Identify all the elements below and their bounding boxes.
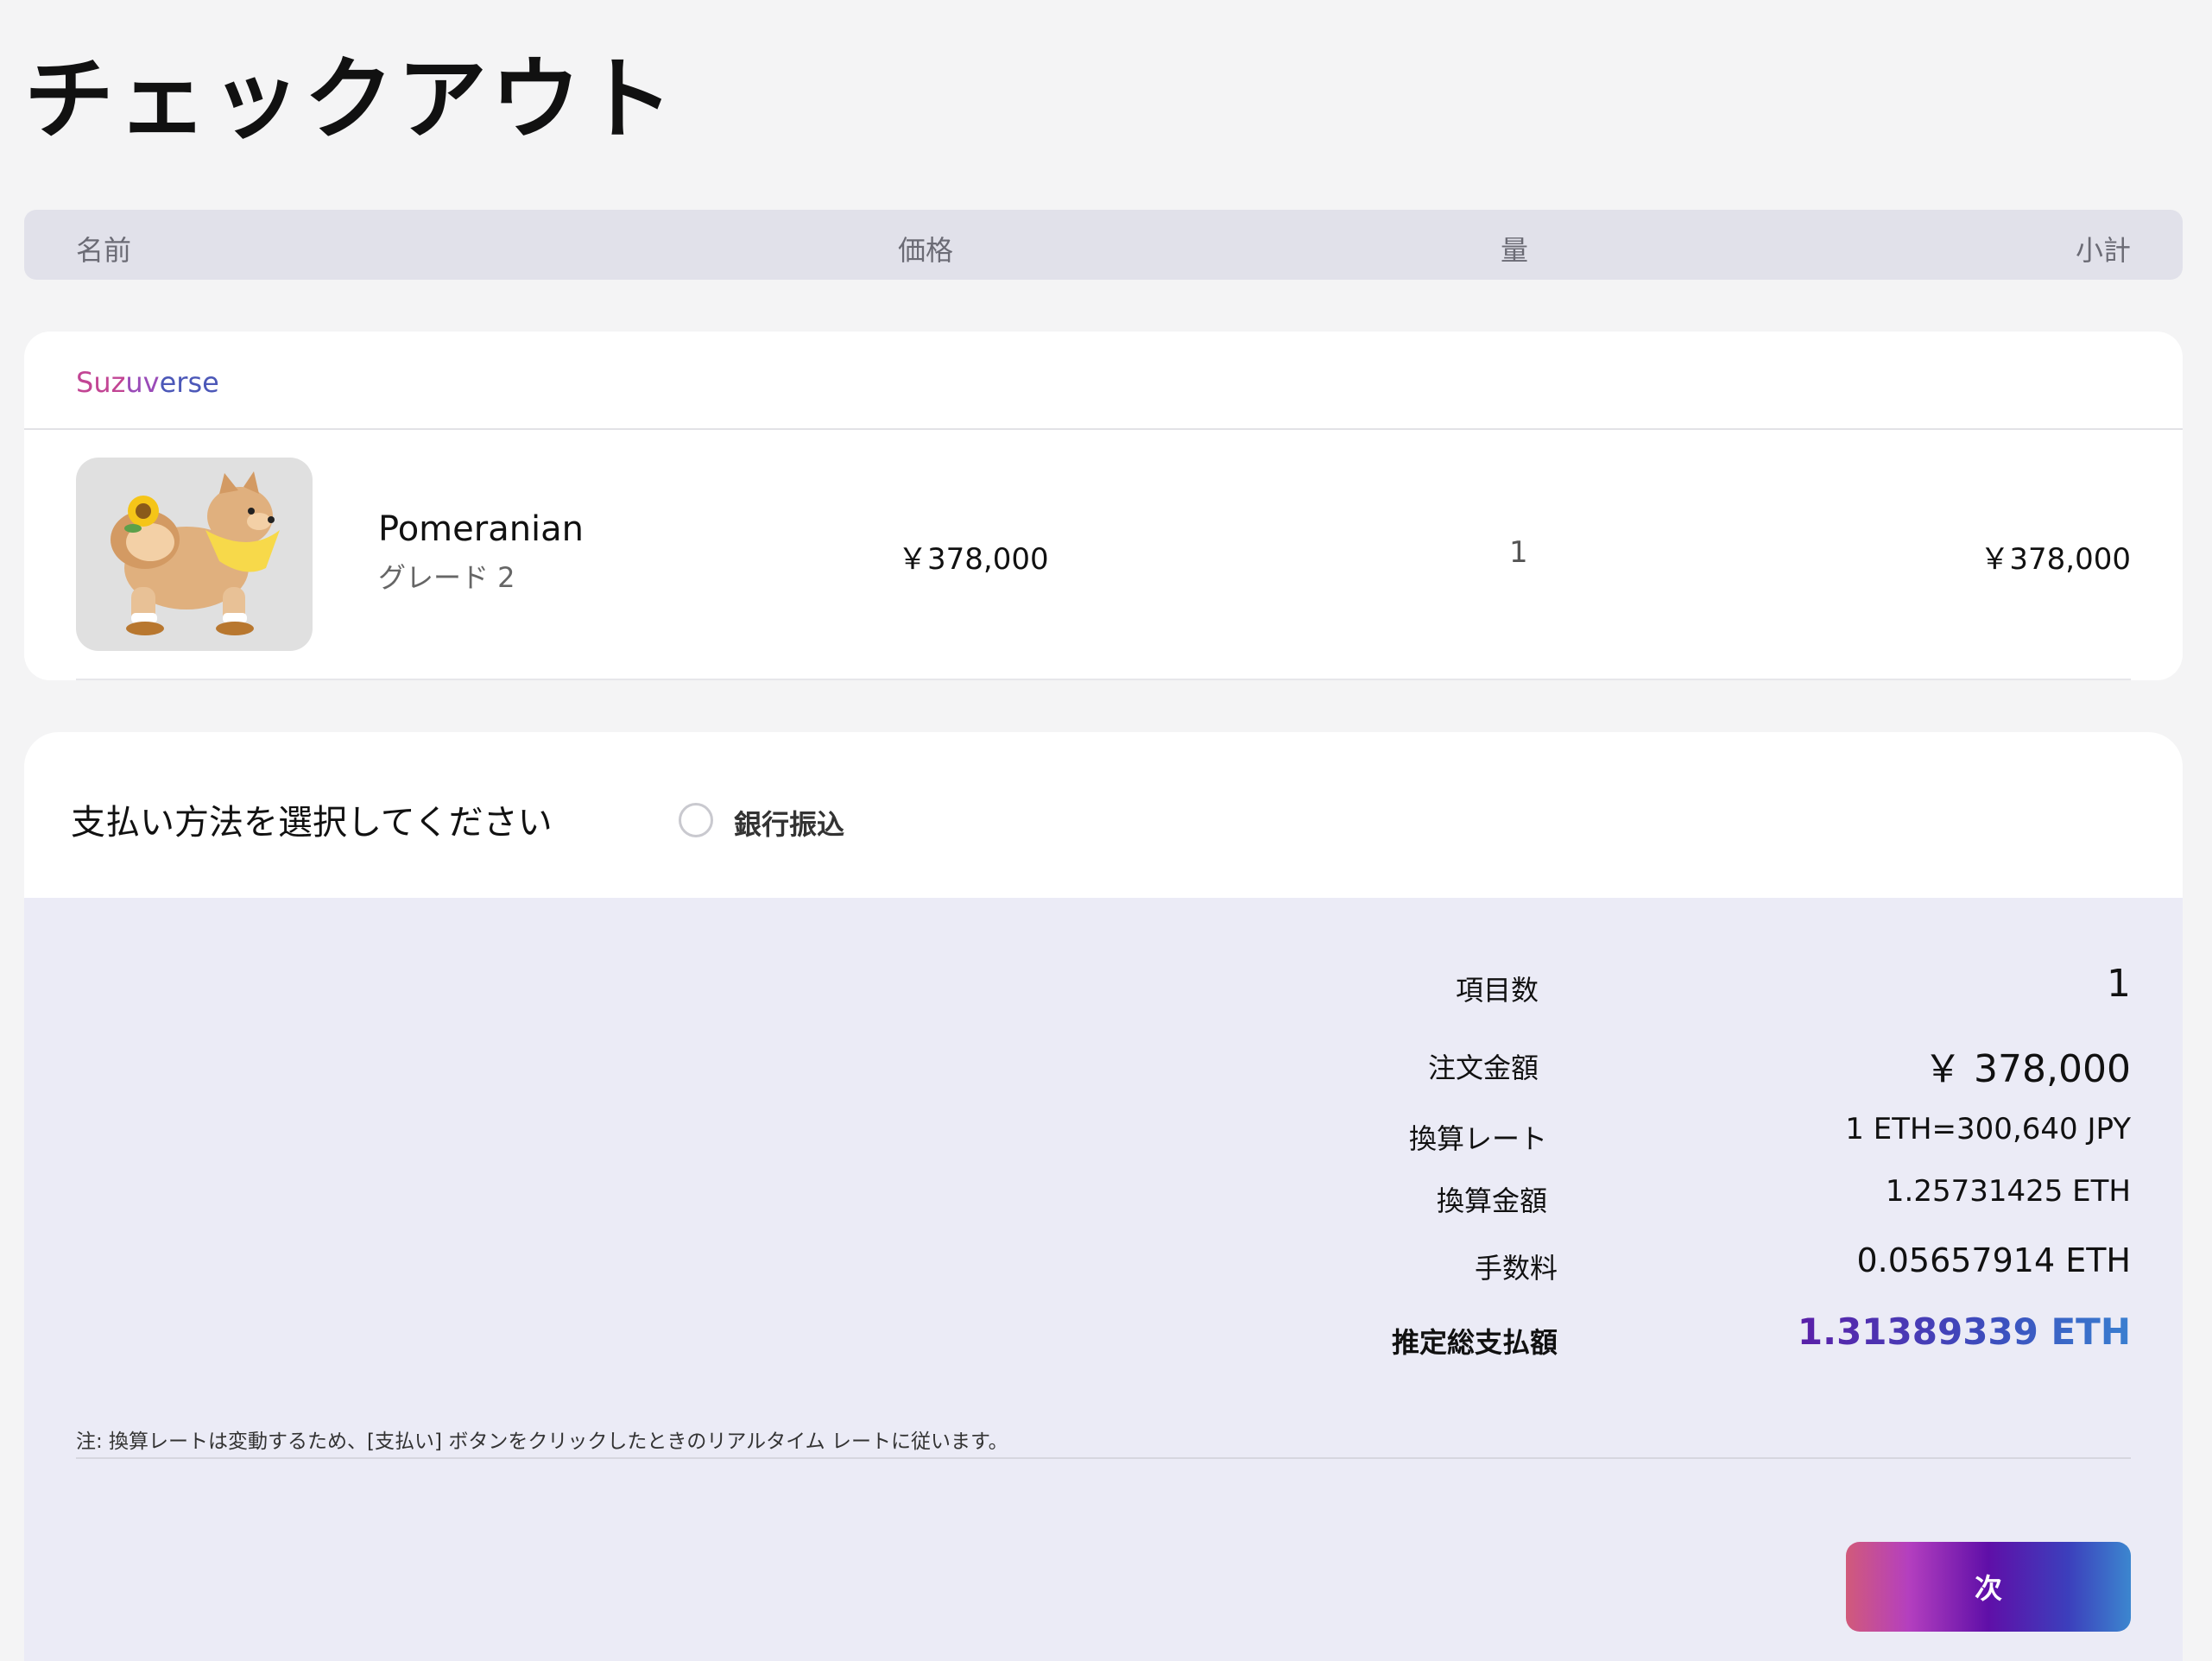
note-divider	[76, 1457, 2131, 1459]
exchange-rate-value: 1 ETH=300,640 JPY	[1845, 1112, 2131, 1146]
item-count-value: 1	[2107, 962, 2131, 1006]
exchange-rate-note: 注: 換算レートは変動するため、[支払い] ボタンをクリックしたときのリアルタイ…	[76, 1430, 1008, 1453]
product-thumbnail	[76, 458, 313, 651]
pomeranian-icon	[111, 471, 280, 635]
order-amount-label: 注文金額	[1427, 1052, 1539, 1084]
page-title: チェックアウト	[24, 47, 678, 152]
fee-value: 0.05657914 ETH	[1856, 1241, 2131, 1279]
item-count-label: 項目数	[1455, 974, 1539, 1007]
row-divider	[76, 679, 2131, 680]
column-header-name: 名前	[76, 234, 132, 267]
estimated-total-value: 1.31389339 ETH	[1797, 1310, 2131, 1353]
shop-brand-logo: Suzuverse	[76, 366, 219, 399]
payment-section: 支払い方法を選択してください 銀行振込 項目数 1 注文金額 ￥ 378,000…	[24, 732, 2183, 1661]
bank-transfer-label[interactable]: 銀行振込	[734, 803, 844, 843]
column-header-price: 価格	[898, 234, 954, 267]
product-price: ￥378,000	[898, 542, 1049, 577]
card-divider	[24, 428, 2183, 430]
next-button[interactable]: 次	[1846, 1542, 2131, 1632]
cart-item-card: Suzuverse Pomeranian グレード 2 ￥378,000 1 ￥…	[24, 332, 2183, 680]
order-summary: 項目数 1 注文金額 ￥ 378,000 換算レート 1 ETH=300,640…	[24, 898, 2183, 1661]
product-grade: グレード 2	[378, 561, 515, 594]
exchange-rate-label: 換算レート	[1408, 1122, 1547, 1155]
estimated-total-label: 推定総支払額	[1391, 1326, 1558, 1359]
column-header-quantity: 量	[1501, 234, 1529, 267]
product-name: Pomeranian	[378, 509, 585, 549]
bank-transfer-radio[interactable]	[679, 803, 713, 837]
converted-amount-label: 換算金額	[1436, 1184, 1547, 1217]
table-header: 名前 価格 量 小計	[24, 210, 2183, 280]
order-amount-value: ￥ 378,000	[1924, 1047, 2131, 1091]
column-header-subtotal: 小計	[2075, 234, 2131, 267]
payment-method-prompt: 支払い方法を選択してください	[71, 803, 553, 843]
product-subtotal: ￥378,000	[1980, 542, 2131, 577]
product-quantity: 1	[1509, 535, 1528, 570]
converted-amount-value: 1.25731425 ETH	[1885, 1174, 2131, 1209]
fee-label: 手数料	[1474, 1252, 1558, 1285]
